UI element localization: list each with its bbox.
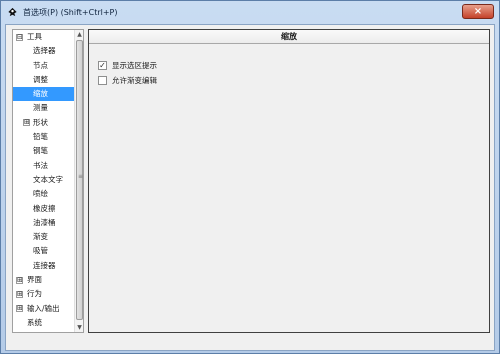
tree-item-label: 行为 xyxy=(27,289,42,299)
tree-item-label: 输入/输出 xyxy=(27,303,60,313)
settings-panel: 缩放 ✓ 显示选区提示 允许渐变编辑 xyxy=(88,29,490,333)
tree-item[interactable]: 选择器 xyxy=(13,44,75,58)
tree-item-label: 渐变 xyxy=(33,232,48,242)
collapse-icon[interactable]: ⊟ xyxy=(16,33,23,41)
tree-item[interactable]: 缩放 xyxy=(13,87,75,102)
tree-item[interactable]: 文本文字 xyxy=(13,173,75,187)
tree-item[interactable]: 测量 xyxy=(13,101,75,115)
tree-item-label: 缩放 xyxy=(33,89,48,99)
section-title: 缩放 xyxy=(89,30,489,44)
expand-icon[interactable]: ⊞ xyxy=(16,290,23,298)
tree-item[interactable]: 节点 xyxy=(13,59,75,73)
enable-gradient-editing-label: 允许渐变编辑 xyxy=(112,76,157,85)
tree-item[interactable]: 喷绘 xyxy=(13,187,75,201)
expand-icon[interactable]: ⊞ xyxy=(16,305,23,313)
scroll-grip-icon: ≡ xyxy=(78,173,83,180)
tree-item-label: 测量 xyxy=(33,103,48,113)
tree-item-label: 吸管 xyxy=(33,246,48,256)
tree-item-label: 油漆桶 xyxy=(33,217,56,227)
tree-item-label: 工具 xyxy=(27,32,42,41)
tree-item-label: 节点 xyxy=(33,60,48,70)
tree-item[interactable]: ⊟ 工具 xyxy=(13,30,75,44)
window-title: 首选项(P) (Shift+Ctrl+P) xyxy=(23,7,118,17)
expand-icon[interactable]: ⊞ xyxy=(23,119,30,127)
tree-item[interactable]: ⊞ 形状 xyxy=(13,116,75,130)
tree-item[interactable]: 连接器 xyxy=(13,259,75,273)
tree-scrollbar[interactable]: ▲ ≡ ▼ xyxy=(74,30,83,332)
tree-item[interactable]: ⊞ 行为 xyxy=(13,287,75,301)
tree-item[interactable]: 钢笔 xyxy=(13,144,75,158)
show-selection-cue-label: 显示选区提示 xyxy=(112,61,157,70)
tree-item-label: 文本文字 xyxy=(33,174,63,184)
enable-gradient-editing-option[interactable]: 允许渐变编辑 xyxy=(98,75,157,86)
tree-item[interactable]: 吸管 xyxy=(13,244,75,258)
tree-item[interactable]: 系统 xyxy=(13,316,75,330)
tree-item-label: 橡皮擦 xyxy=(33,203,56,213)
tree-item-label: 喷绘 xyxy=(33,189,48,199)
show-selection-cue-option[interactable]: ✓ 显示选区提示 xyxy=(98,60,157,71)
tree-item[interactable]: ⊞ 输入/输出 xyxy=(13,302,75,316)
tree-item-label: 调整 xyxy=(33,74,48,84)
inkscape-app-icon xyxy=(8,7,17,16)
tree-item-label: 钢笔 xyxy=(33,146,48,156)
enable-gradient-editing-checkbox[interactable] xyxy=(98,76,107,85)
scroll-down-arrow-icon[interactable]: ▼ xyxy=(75,323,83,332)
tree-item[interactable]: 调整 xyxy=(13,73,75,87)
dialog-body: ⊟ 工具 选择器 节点 调整 缩放 测量 ⊞ 形状 铅笔 钢笔 书法 文本文字 喷绘 橡皮擦 油漆桶 渐变 吸管连… xyxy=(5,24,495,351)
category-tree[interactable]: ⊟ 工具 选择器 节点 调整 缩放 测量 ⊞ 形状 铅笔 钢笔 书法 文本文字 喷绘 橡皮擦 油漆桶 渐变 吸管连… xyxy=(12,29,84,333)
preferences-window: 首选项(P) (Shift+Ctrl+P) × ⊟ 工具 选择器 节点 调整 缩放 测量 ⊞ 形… xyxy=(0,0,500,354)
tree-list: ⊟ 工具 选择器 节点 调整 缩放 测量 ⊞ 形状 铅笔 钢笔 书法 文本文字 喷绘 橡皮擦 油漆桶 渐变 吸管连… xyxy=(13,30,75,333)
tree-item[interactable]: 橡皮擦 xyxy=(13,202,75,216)
tree-item[interactable]: 铅笔 xyxy=(13,130,75,144)
scroll-up-arrow-icon[interactable]: ▲ xyxy=(75,30,83,39)
close-icon: × xyxy=(473,6,483,17)
tree-item-label: 书法 xyxy=(33,160,48,170)
tree-item[interactable]: 油漆桶 xyxy=(13,216,75,230)
tree-item-label: 选择器 xyxy=(33,46,56,56)
tree-item-label: 连接器 xyxy=(33,260,56,270)
tree-item-label: 系统 xyxy=(27,317,42,327)
tree-item-label: 铅笔 xyxy=(33,132,48,142)
tree-item-label: 位图 xyxy=(27,332,42,333)
scroll-thumb[interactable]: ≡ xyxy=(76,40,83,320)
tree-item-label: 界面 xyxy=(27,275,42,285)
tree-item[interactable]: 渐变 xyxy=(13,230,75,244)
tree-item-label: 形状 xyxy=(33,117,48,127)
show-selection-cue-checkbox[interactable]: ✓ xyxy=(98,61,107,70)
tree-item[interactable]: 书法 xyxy=(13,159,75,173)
close-button[interactable]: × xyxy=(462,4,494,19)
bottom-bar xyxy=(6,336,494,350)
expand-icon[interactable]: ⊞ xyxy=(16,276,23,284)
tree-item[interactable]: 位图 xyxy=(13,330,75,333)
tree-item[interactable]: ⊞ 界面 xyxy=(13,273,75,287)
title-bar[interactable]: 首选项(P) (Shift+Ctrl+P) × xyxy=(1,1,499,23)
